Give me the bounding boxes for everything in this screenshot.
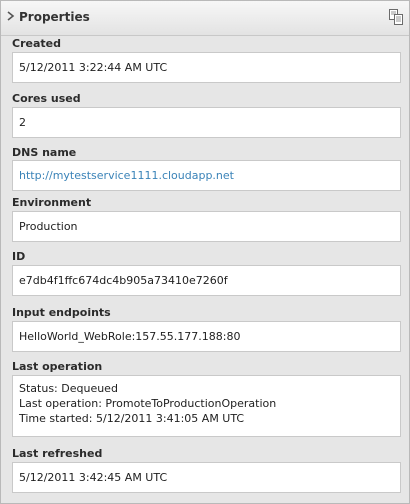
cores-used-value: 2 bbox=[12, 107, 401, 138]
cores-used-label: Cores used bbox=[12, 92, 81, 105]
created-label: Created bbox=[12, 37, 61, 50]
panel-title: Properties bbox=[19, 10, 90, 24]
dns-name-label: DNS name bbox=[12, 146, 77, 159]
environment-value: Production bbox=[12, 211, 401, 242]
last-refreshed-value: 5/12/2011 3:42:45 AM UTC bbox=[12, 462, 401, 493]
created-value: 5/12/2011 3:22:44 AM UTC bbox=[12, 52, 401, 83]
id-value: e7db4f1ffc674dc4b905a73410e7260f bbox=[12, 265, 401, 296]
panel-header[interactable]: Properties bbox=[1, 1, 409, 36]
properties-list[interactable]: Created 5/12/2011 3:22:44 AM UTC Cores u… bbox=[1, 36, 409, 503]
dns-name-value: http://mytestservice1111.cloudapp.net bbox=[12, 160, 401, 191]
copy-icon[interactable] bbox=[389, 9, 403, 25]
last-operation-time: Time started: 5/12/2011 3:41:05 AM UTC bbox=[19, 412, 245, 425]
input-endpoints-label: Input endpoints bbox=[12, 306, 111, 319]
input-endpoints-value: HelloWorld_WebRole:157.55.177.188:80 bbox=[12, 321, 401, 352]
dns-name-link[interactable]: http://mytestservice1111.cloudapp.net bbox=[19, 169, 234, 182]
last-operation-name: Last operation: PromoteToProductionOpera… bbox=[19, 397, 277, 410]
last-refreshed-label: Last refreshed bbox=[12, 447, 103, 460]
chevron-right-icon[interactable] bbox=[6, 9, 16, 23]
environment-label: Environment bbox=[12, 196, 92, 209]
last-operation-value: Status: Dequeued Last operation: Promote… bbox=[12, 375, 401, 437]
id-label: ID bbox=[12, 250, 26, 263]
last-operation-label: Last operation bbox=[12, 360, 103, 373]
last-operation-status: Status: Dequeued bbox=[19, 382, 118, 395]
properties-panel: Properties Created 5/12/2011 3:22:44 AM … bbox=[0, 0, 410, 504]
